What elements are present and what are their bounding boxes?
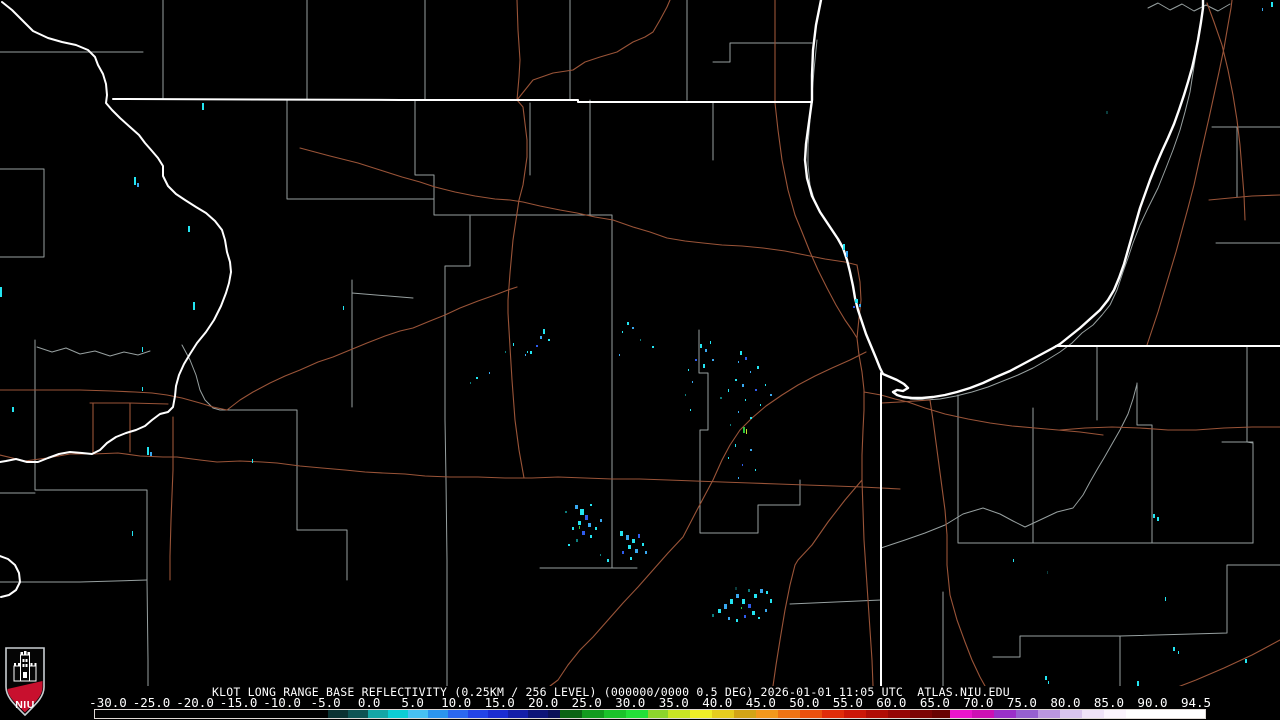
radar-display: NIU KLOT LONG RANGE BASE REFLECTIVITY (0…: [0, 0, 1280, 720]
colorbar-segment: [866, 710, 888, 718]
radar-map: NIU: [0, 0, 1280, 720]
colorbar-segment: [888, 710, 910, 718]
dbz-tick-label: 30.0: [615, 695, 646, 710]
colorbar-segment: [690, 710, 712, 718]
colorbar-segment: [448, 710, 468, 718]
dbz-tick-label: 94.5: [1180, 695, 1212, 710]
dbz-tick-label: 65.0: [919, 695, 950, 710]
dbz-tick-label: 50.0: [789, 695, 820, 710]
colorbar-segment: [488, 710, 508, 718]
dbz-tick-label: -30.0: [89, 695, 127, 710]
dbz-tick-labels: -30.0 -25.0 -20.0 -15.0 -10.0 -5.0 0.0 5.0 10.0 1…: [0, 695, 1280, 710]
colorbar-segment: [1082, 710, 1104, 718]
dbz-tick-label: 35.0: [658, 695, 689, 710]
colorbar-segment: [95, 710, 328, 718]
colorbar-segment: [560, 710, 582, 718]
colorbar-segment: [508, 710, 528, 718]
dbz-tick-label: -15.0: [219, 695, 258, 710]
dbz-tick-label: 15.0: [484, 695, 515, 710]
colorbar-segment: [932, 710, 950, 718]
dbz-tick-label: -10.0: [263, 695, 301, 710]
colorbar-segment: [1016, 710, 1038, 718]
colorbar-segment: [468, 710, 488, 718]
dbz-tick-label: -20.0: [176, 695, 214, 710]
colorbar-segment: [388, 710, 408, 718]
colorbar-segment: [428, 710, 448, 718]
dbz-tick-label: 60.0: [876, 695, 907, 710]
colorbar-segment: [778, 710, 800, 718]
colorbar-segment: [950, 710, 972, 718]
colorbar-segment: [1060, 710, 1082, 718]
colorbar-segment: [822, 710, 844, 718]
colorbar-segment: [328, 710, 348, 718]
colorbar-segment: [844, 710, 866, 718]
dbz-tick-label: 85.0: [1093, 695, 1125, 710]
dbz-tick-label: -25.0: [132, 695, 171, 710]
colorbar-segment: [604, 710, 626, 718]
dbz-tick-label: 55.0: [832, 695, 863, 710]
dbz-tick-label: -5.0: [310, 695, 341, 710]
colorbar-segment: [626, 710, 648, 718]
colorbar-segment: [368, 710, 388, 718]
colorbar-segment: [1104, 710, 1126, 718]
dbz-tick-label: 75.0: [1006, 695, 1037, 710]
colorbar-segment: [734, 710, 756, 718]
colorbar-segment: [1038, 710, 1060, 718]
colorbar-segment: [648, 710, 668, 718]
dbz-tick-label: 5.0: [401, 695, 424, 710]
colorbar-segment: [582, 710, 604, 718]
colorbar-segment: [548, 710, 560, 718]
dbz-tick-label: 10.0: [441, 695, 472, 710]
dbz-tick-label: 20.0: [528, 695, 559, 710]
dbz-tick-label: 80.0: [1050, 695, 1081, 710]
colorbar-segment: [528, 710, 548, 718]
colorbar-segment: [348, 710, 368, 718]
colorbar-segment: [408, 710, 428, 718]
map-background: [0, 0, 1280, 720]
colorbar-segment: [972, 710, 994, 718]
dbz-tick-label: 25.0: [571, 695, 602, 710]
dbz-tick-label: 90.0: [1137, 695, 1168, 710]
dbz-tick-label: 0.0: [357, 695, 381, 710]
reflectivity-colorbar: [94, 709, 1206, 719]
colorbar-segment: [910, 710, 932, 718]
colorbar-segment: [1126, 710, 1205, 718]
colorbar-segment: [994, 710, 1016, 718]
colorbar-segment: [756, 710, 778, 718]
colorbar-segment: [712, 710, 734, 718]
dbz-tick-label: 40.0: [702, 695, 733, 710]
colorbar-segment: [800, 710, 822, 718]
colorbar-segment: [668, 710, 690, 718]
dbz-tick-label: 45.0: [745, 695, 776, 710]
dbz-tick-label: 70.0: [963, 695, 994, 710]
